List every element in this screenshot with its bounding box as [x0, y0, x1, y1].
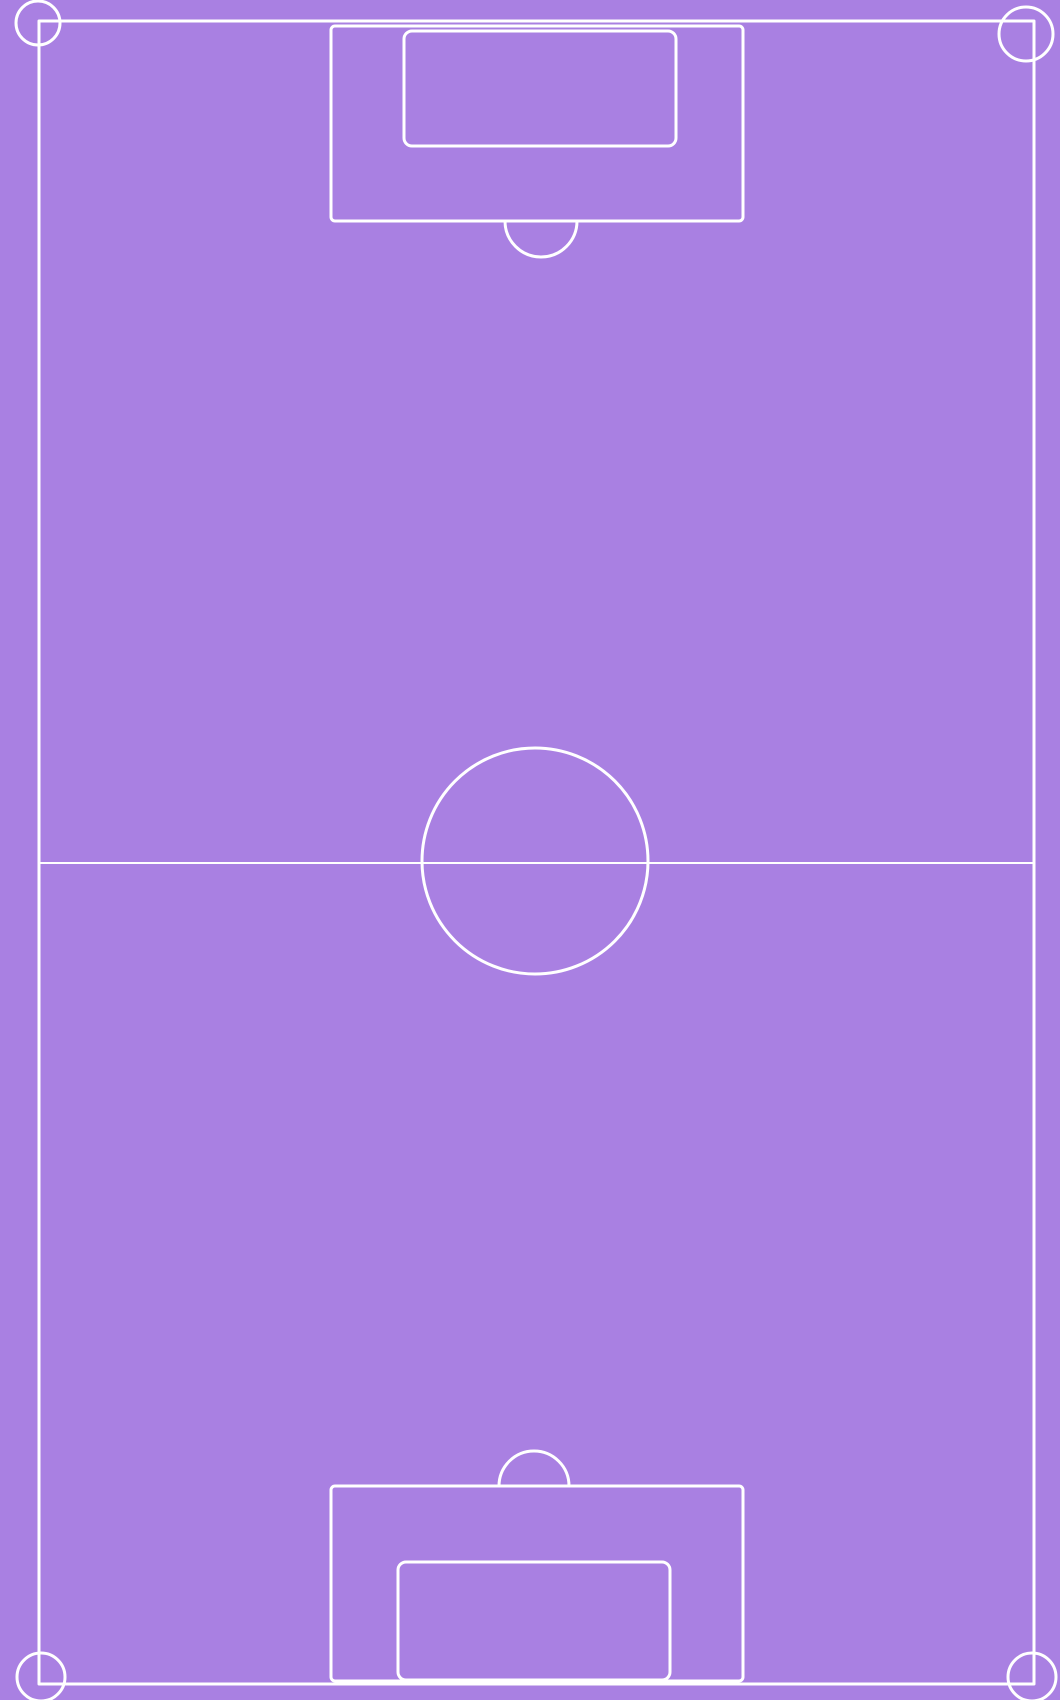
- pitch-drawing: [0, 0, 1060, 1700]
- soccer-pitch: [0, 0, 1060, 1700]
